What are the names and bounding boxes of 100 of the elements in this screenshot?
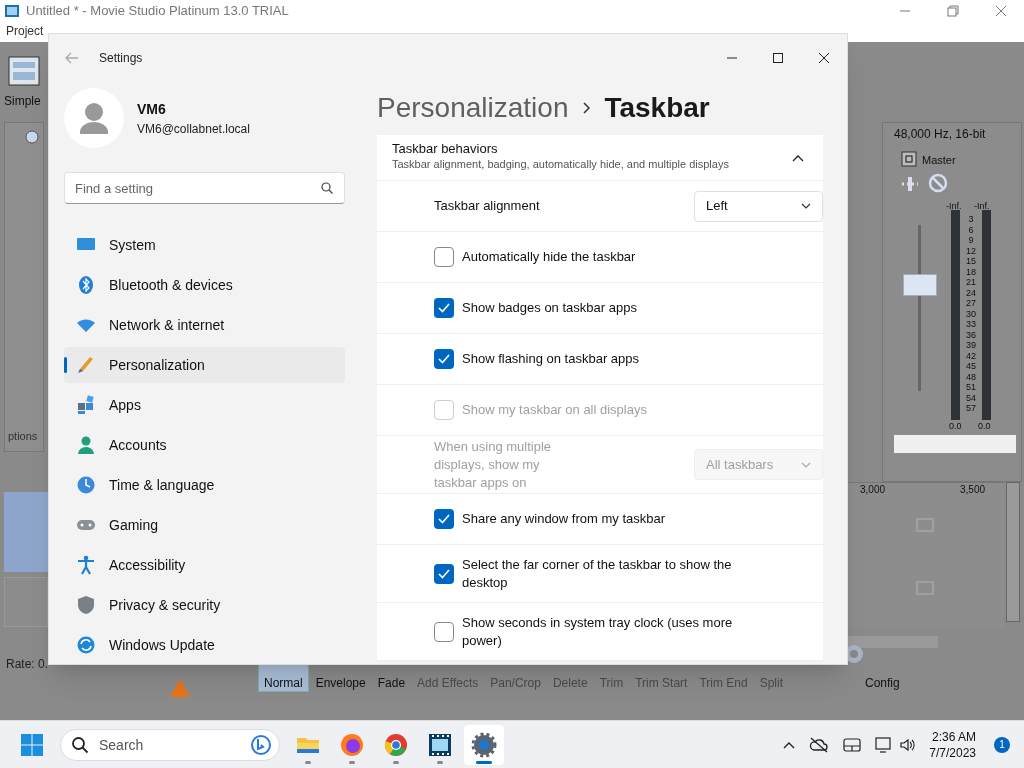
checkbox-label: Show seconds in system tray clock (uses more power) bbox=[462, 613, 734, 650]
page-title: Taskbar bbox=[604, 91, 710, 125]
checkbox-label: Share any window from my taskbar bbox=[462, 510, 666, 528]
close-icon bbox=[818, 52, 830, 64]
back-arrow-icon bbox=[65, 52, 79, 64]
fader-thumb[interactable] bbox=[903, 273, 937, 296]
nav-item[interactable]: Bluetooth & devices bbox=[64, 267, 345, 303]
chevron-down-icon bbox=[801, 461, 811, 468]
search-field[interactable]: Search bbox=[60, 728, 280, 761]
dropdown[interactable]: Left bbox=[694, 190, 823, 222]
scale-label: 27 bbox=[965, 298, 977, 309]
view-label: Simple bbox=[4, 93, 41, 110]
bus-label: Master bbox=[922, 153, 956, 168]
scroll-bar[interactable] bbox=[1006, 482, 1020, 622]
section-subtitle: Taskbar alignment, badging, automatically hide, and multiple displays bbox=[392, 157, 730, 173]
scale-label: 24 bbox=[965, 287, 977, 298]
nav-item[interactable]: Network & internet bbox=[64, 307, 345, 343]
clock-icon bbox=[76, 475, 96, 495]
checkbox-label: Automatically hide the taskbar bbox=[462, 248, 636, 266]
checkbox[interactable] bbox=[434, 621, 454, 642]
brush-icon bbox=[76, 355, 96, 375]
nav-item[interactable]: Time & language bbox=[64, 467, 345, 503]
window-title: Settings bbox=[99, 50, 144, 67]
shield-icon bbox=[76, 595, 96, 615]
checkbox[interactable] bbox=[434, 563, 454, 584]
nav-item[interactable]: System bbox=[64, 227, 345, 263]
user-email: VM6@collabnet.local bbox=[137, 120, 250, 138]
scale-label: 45 bbox=[965, 361, 977, 372]
film-icon bbox=[4, 4, 20, 18]
checkbox[interactable] bbox=[434, 349, 454, 369]
mute-icon bbox=[928, 173, 948, 193]
track-header[interactable] bbox=[4, 577, 48, 627]
scale-label: 57 bbox=[965, 403, 977, 414]
rate-label: Rate: 0. bbox=[6, 656, 49, 673]
tab-label[interactable]: ptions bbox=[8, 428, 38, 445]
clock-time[interactable]: 2:36 AM bbox=[931, 728, 976, 745]
tool-button[interactable]: Fade bbox=[372, 662, 411, 692]
scale-label: 39 bbox=[965, 340, 977, 351]
scale-label: 30 bbox=[965, 308, 977, 319]
tool-button[interactable]: Envelope bbox=[310, 662, 371, 692]
checkbox[interactable] bbox=[434, 298, 454, 318]
chevron-down-icon bbox=[801, 203, 811, 209]
meter-value: 0.0 bbox=[949, 420, 962, 433]
checkbox-label: Select the far corner of the taskbar to show the desktop bbox=[462, 555, 733, 592]
checkbox-label: Show flashing on taskbar apps bbox=[462, 350, 640, 368]
scale-label: 12 bbox=[965, 245, 977, 256]
bluetooth-icon bbox=[76, 275, 96, 295]
checkmark-icon bbox=[438, 514, 450, 524]
accessibility-icon bbox=[76, 555, 96, 575]
peak-label: -Inf. bbox=[974, 200, 990, 213]
close-icon bbox=[994, 4, 1008, 18]
chevron-right-icon bbox=[582, 102, 591, 114]
nav-item[interactable]: Accessibility bbox=[64, 547, 345, 583]
scale-label: 21 bbox=[965, 277, 977, 288]
maximize-icon bbox=[772, 52, 784, 64]
person-icon bbox=[76, 435, 96, 455]
checkmark-icon bbox=[438, 303, 450, 313]
gear-icon bbox=[470, 730, 498, 759]
tool-button[interactable]: Config bbox=[859, 662, 905, 692]
chevron-up-icon bbox=[783, 740, 796, 749]
setting-label: Taskbar alignment bbox=[434, 197, 541, 215]
cloud-icon bbox=[809, 736, 830, 753]
scale-label: 48 bbox=[965, 371, 977, 382]
notification-badge[interactable]: 1 bbox=[994, 736, 1010, 753]
restore-icon bbox=[946, 4, 960, 18]
search-field[interactable]: Find a setting bbox=[64, 172, 345, 204]
window-title: Untitled * - Movie Studio Platinum 13.0 TRIAL bbox=[26, 2, 289, 21]
audio-format-label: 48,000 Hz, 16-bit bbox=[894, 126, 986, 143]
speaker-icon bbox=[899, 736, 916, 753]
scroll-bar[interactable] bbox=[848, 636, 938, 648]
nav-item[interactable]: Windows Update bbox=[64, 627, 345, 663]
menu-item[interactable]: Project bbox=[6, 25, 44, 38]
bing-icon bbox=[250, 733, 272, 756]
window-icon bbox=[843, 737, 862, 752]
ruler-label: 3,500 bbox=[960, 483, 986, 497]
scroll-bar[interactable] bbox=[894, 435, 1016, 453]
checkbox[interactable] bbox=[434, 247, 454, 267]
peak-label: -Inf. bbox=[946, 200, 962, 213]
nav-item[interactable]: Apps bbox=[64, 387, 345, 423]
section-header[interactable]: Taskbar behaviors Taskbar alignment, badging, automatically hide, and multiple displays bbox=[377, 135, 823, 181]
scale-label: 42 bbox=[965, 350, 977, 361]
checkmark-icon bbox=[438, 568, 450, 579]
checkbox-label: Show badges on taskbar apps bbox=[462, 299, 637, 317]
checkbox-label: Show my taskbar on all displays bbox=[462, 401, 647, 419]
breadcrumb-link[interactable]: Personalization bbox=[377, 87, 569, 129]
scale-label: 15 bbox=[965, 256, 977, 267]
nav-item[interactable]: Gaming bbox=[64, 507, 345, 543]
clock-date[interactable]: 7/7/2023 bbox=[929, 744, 976, 761]
track-header[interactable] bbox=[4, 492, 48, 572]
master-bus-icon bbox=[901, 151, 917, 167]
scale-label: 6 bbox=[967, 224, 975, 235]
checkbox[interactable] bbox=[434, 509, 454, 529]
checkmark-icon bbox=[438, 354, 450, 364]
taskbar-app-button[interactable] bbox=[464, 724, 504, 765]
nav-item[interactable]: Accounts bbox=[64, 427, 345, 463]
scale-label: 3 bbox=[967, 214, 975, 225]
nav-item[interactable]: Privacy & security bbox=[64, 587, 345, 623]
nav-item[interactable]: Personalization bbox=[64, 347, 345, 383]
user-name: VM6 bbox=[137, 99, 167, 119]
windows-logo-icon bbox=[20, 732, 44, 757]
